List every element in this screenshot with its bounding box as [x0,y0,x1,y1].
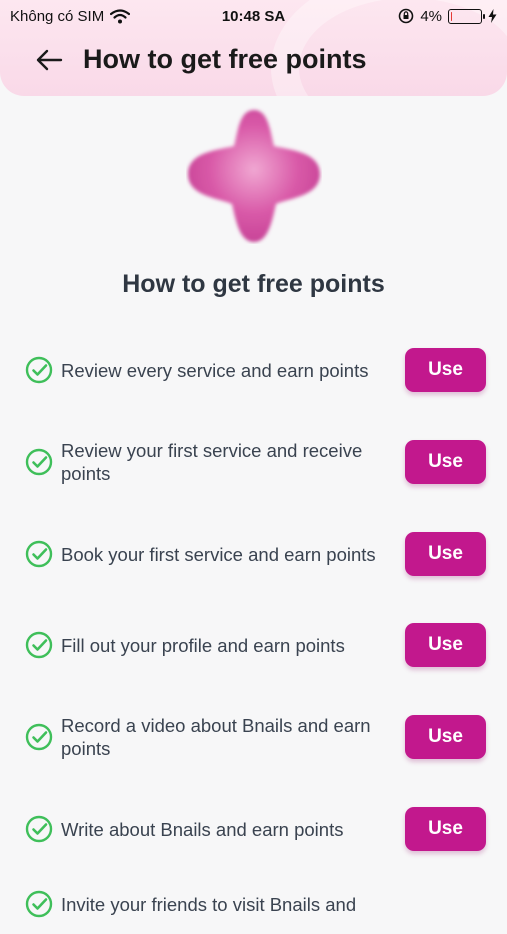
battery-percent: 4% [420,7,442,25]
back-button[interactable] [30,44,68,76]
check-circle-icon [25,890,53,918]
task-text: Record a video about Bnails and earn poi… [61,715,371,759]
arrow-left-icon [36,49,63,71]
task-item: Review every service and earn points Use [0,340,507,400]
task-text: Write about Bnails and earn points [61,818,344,840]
check-circle-icon [25,540,53,568]
wifi-icon [110,8,131,23]
check-circle-icon [25,723,53,751]
task-text: Fill out your profile and earn points [61,634,345,656]
task-text: Book your first service and earn points [61,543,376,565]
clock: 10:48 SA [221,7,286,25]
task-item: Fill out your profile and earn points Use [0,615,507,675]
task-text: Review every service and earn points [61,359,369,381]
orientation-lock-icon [399,8,414,24]
battery-level [451,11,453,21]
use-button[interactable]: Use [405,348,486,392]
header-title: How to get free points [83,44,367,74]
page-title: How to get free points [122,270,385,298]
carrier-label: Không có SIM [10,7,105,25]
use-button[interactable]: Use [405,440,486,484]
check-circle-icon [25,448,53,476]
use-button[interactable]: Use [405,532,486,576]
task-text: Invite your friends to visit Bnails and [61,893,357,915]
status-bar: Không có SIM 10:48 SA 4% [0,0,507,32]
check-circle-icon [25,631,53,659]
battery-icon [448,8,485,24]
check-circle-icon [25,815,53,843]
task-item: Record a video about Bnails and earn poi… [0,707,507,767]
use-button[interactable]: Use [405,715,486,759]
task-text: Review your first service and receive po… [61,440,363,484]
task-item: Review your first service and receive po… [0,432,507,492]
task-item: Book your first service and earn points U… [0,524,507,584]
sparkle-star-icon [188,110,320,242]
check-circle-icon [25,356,53,384]
task-item: Write about Bnails and earn points Use [0,799,507,859]
task-item: Invite your friends to visit Bnails and [0,874,507,934]
charging-bolt-icon [488,9,497,23]
use-button[interactable]: Use [405,807,486,851]
use-button[interactable]: Use [405,623,486,667]
